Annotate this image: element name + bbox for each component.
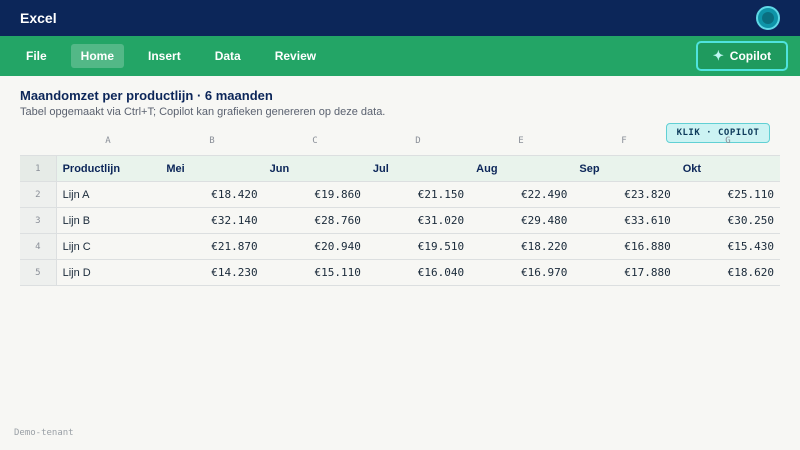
table-cell[interactable]: €17.880 — [573, 259, 677, 286]
table-cell[interactable]: €16.970 — [470, 259, 574, 286]
table-cell[interactable]: €18.420 — [160, 181, 264, 208]
page-title: Maandomzet per productlijn · 6 maanden — [20, 88, 273, 103]
table-cell[interactable]: €18.220 — [470, 233, 574, 260]
header-cell[interactable]: Jul — [366, 155, 471, 182]
column-header-f[interactable]: F — [572, 136, 676, 146]
table-cell[interactable]: €22.490 — [470, 181, 574, 208]
table-cell[interactable]: €21.870 — [160, 233, 264, 260]
column-headers: A B C D E F G — [56, 136, 780, 150]
column-header-b[interactable]: B — [160, 136, 264, 146]
avatar[interactable] — [756, 6, 780, 30]
column-header-a[interactable]: A — [56, 136, 160, 146]
column-header-d[interactable]: D — [366, 136, 470, 146]
table-cell[interactable]: Lijn D — [56, 259, 161, 286]
row-number[interactable]: 1 — [20, 155, 57, 182]
tenant-label: Demo-tenant — [14, 428, 74, 438]
header-cell[interactable]: Sep — [573, 155, 677, 182]
row-number[interactable]: 2 — [20, 181, 57, 208]
table-row: 2 Lijn A €18.420 €19.860 €21.150 €22.490… — [20, 181, 780, 208]
header-cell[interactable]: Aug — [470, 155, 574, 182]
header-cell[interactable]: Mei — [160, 155, 264, 182]
table-row: 3 Lijn B €32.140 €28.760 €31.020 €29.480… — [20, 207, 780, 234]
table-cell[interactable]: €16.880 — [573, 233, 677, 260]
table-cell[interactable]: €20.940 — [263, 233, 367, 260]
table-cell[interactable]: €25.110 — [676, 181, 780, 208]
header-cell[interactable]: Okt — [676, 155, 780, 182]
table-cell[interactable]: €23.820 — [573, 181, 677, 208]
tab-data[interactable]: Data — [205, 44, 251, 68]
page-subtitle: Tabel opgemaakt via Ctrl+T; Copilot kan … — [20, 106, 386, 118]
row-number[interactable]: 5 — [20, 259, 57, 286]
tab-home[interactable]: Home — [70, 44, 125, 68]
table-cell[interactable]: €30.250 — [676, 207, 780, 234]
ribbon: File Home Insert Data Review ✦ Copilot — [0, 36, 800, 76]
table-cell[interactable]: €21.150 — [366, 181, 471, 208]
row-number[interactable]: 4 — [20, 233, 57, 260]
column-header-c[interactable]: C — [263, 136, 367, 146]
sparkle-icon: ✦ — [712, 48, 724, 63]
header-cell[interactable]: Productlijn — [56, 155, 161, 182]
table-header-row: 1 Productlijn Mei Jun Jul Aug Sep Okt — [20, 155, 780, 182]
row-number[interactable]: 3 — [20, 207, 57, 234]
table-cell[interactable]: €29.480 — [470, 207, 574, 234]
table-cell[interactable]: €14.230 — [160, 259, 264, 286]
avatar-icon — [762, 12, 774, 24]
copilot-button[interactable]: ✦ Copilot — [696, 41, 788, 71]
app-title: Excel — [20, 10, 57, 26]
table-cell[interactable]: €15.430 — [676, 233, 780, 260]
spreadsheet-table: 1 Productlijn Mei Jun Jul Aug Sep Okt 2 … — [20, 155, 780, 286]
table-cell[interactable]: €16.040 — [366, 259, 471, 286]
header-cell[interactable]: Jun — [263, 155, 367, 182]
table-cell[interactable]: €32.140 — [160, 207, 264, 234]
table-row: 4 Lijn C €21.870 €20.940 €19.510 €18.220… — [20, 233, 780, 260]
title-bar: Excel — [0, 0, 800, 36]
table-cell[interactable]: €15.110 — [263, 259, 367, 286]
table-cell[interactable]: €19.860 — [263, 181, 367, 208]
tab-insert[interactable]: Insert — [138, 44, 191, 68]
tab-file[interactable]: File — [16, 44, 57, 68]
table-cell[interactable]: Lijn C — [56, 233, 161, 260]
table-cell[interactable]: €18.620 — [676, 259, 780, 286]
column-header-e[interactable]: E — [469, 136, 573, 146]
column-header-g[interactable]: G — [676, 136, 780, 146]
table-cell[interactable]: €28.760 — [263, 207, 367, 234]
tab-review[interactable]: Review — [265, 44, 326, 68]
table-row: 5 Lijn D €14.230 €15.110 €16.040 €16.970… — [20, 259, 780, 286]
copilot-label: Copilot — [729, 49, 772, 63]
table-cell[interactable]: €19.510 — [366, 233, 471, 260]
table-cell[interactable]: €31.020 — [366, 207, 471, 234]
table-cell[interactable]: €33.610 — [573, 207, 677, 234]
table-cell[interactable]: Lijn A — [56, 181, 161, 208]
table-cell[interactable]: Lijn B — [56, 207, 161, 234]
